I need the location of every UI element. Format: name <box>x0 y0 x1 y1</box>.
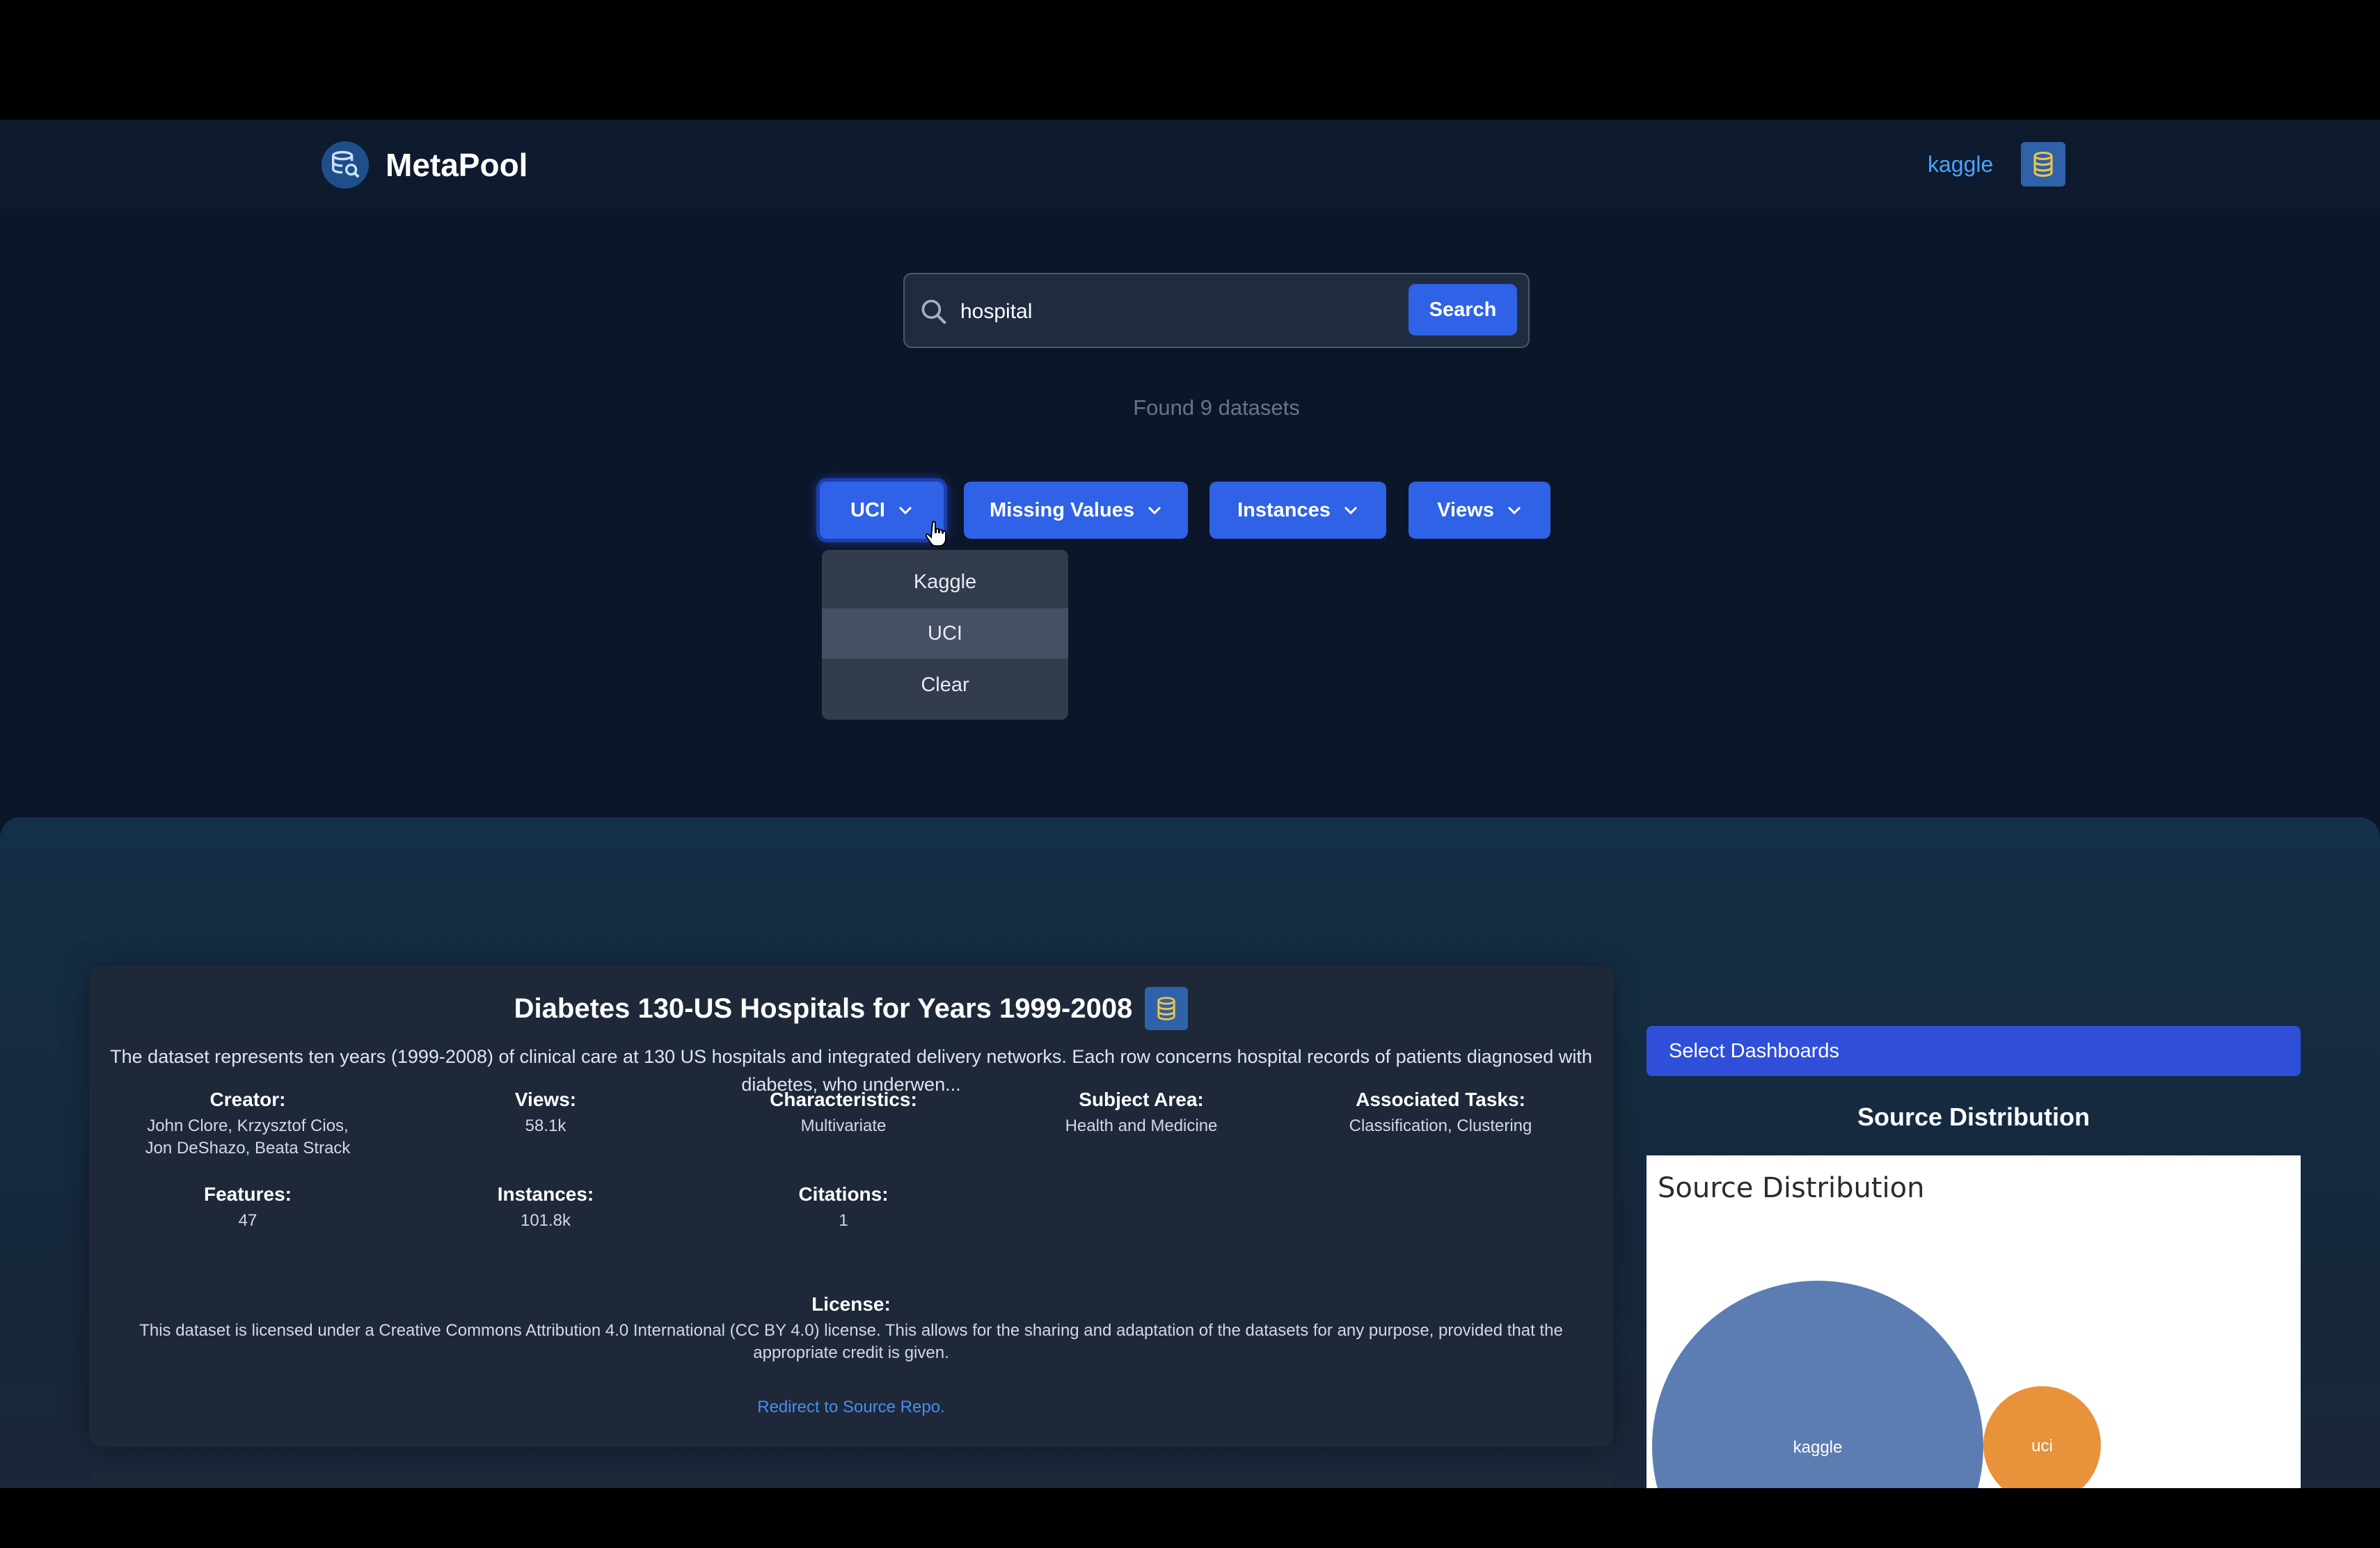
nav-link-kaggle[interactable]: kaggle <box>1928 152 1993 177</box>
field-features: Features: 47 <box>116 1183 380 1232</box>
bubble-label-kaggle: kaggle <box>1793 1438 1843 1457</box>
source-distribution-chart: Source Distribution kaggle uci <box>1647 1155 2301 1488</box>
field-label: Creator: <box>209 1089 286 1110</box>
search-button[interactable]: Search <box>1409 284 1517 335</box>
top-navbar: MetaPool kaggle <box>0 120 2380 209</box>
brand[interactable]: MetaPool <box>322 141 527 189</box>
dataset-title-row: Diabetes 130-US Hospitals for Years 1999… <box>89 987 1613 1030</box>
field-label: Instances: <box>497 1183 594 1205</box>
chevron-down-icon <box>898 506 912 515</box>
field-value: Classification, Clustering <box>1349 1116 1532 1135</box>
field-value: Multivariate <box>800 1116 887 1135</box>
database-icon-button[interactable] <box>2021 142 2065 187</box>
dropdown-item-kaggle[interactable]: Kaggle <box>822 557 1068 607</box>
field-subject-area: Subject Area: Health and Medicine <box>1009 1089 1274 1137</box>
search-input[interactable] <box>960 291 1378 333</box>
field-value: This dataset is licensed under a Creativ… <box>139 1321 1563 1362</box>
database-icon <box>1157 997 1175 1020</box>
field-license: License: This dataset is licensed under … <box>110 1293 1592 1364</box>
field-label: Views: <box>514 1089 577 1110</box>
filter-missing-values-button[interactable]: Missing Values <box>964 482 1188 539</box>
source-dropdown-menu: Kaggle UCI Clear <box>822 550 1068 720</box>
bubble-kaggle[interactable] <box>1652 1281 1983 1488</box>
source-distribution-title: Source Distribution <box>1857 1103 2091 1131</box>
field-value: John Clore, Krzysztof Cios, Jon DeShazo,… <box>145 1116 351 1158</box>
field-label: Characteristics: <box>770 1089 917 1110</box>
dataset-card: Diabetes 130-US Hospitals for Years 1999… <box>89 966 1613 1446</box>
field-label: Citations: <box>798 1183 889 1205</box>
bubble-label-uci: uci <box>2031 1437 2053 1455</box>
results-panel: Diabetes 130-US Hospitals for Years 1999… <box>0 817 2380 1488</box>
field-label: License: <box>811 1293 891 1315</box>
search-icon <box>921 299 946 324</box>
field-associated-tasks: Associated Tasks: Classification, Cluste… <box>1308 1089 1573 1137</box>
chevron-down-icon <box>1507 506 1521 515</box>
field-citations: Citations: 1 <box>711 1183 976 1232</box>
filter-label: Instances <box>1237 498 1331 521</box>
database-search-logo-icon <box>322 141 369 189</box>
brand-name: MetaPool <box>386 147 528 183</box>
redirect-source-link[interactable]: Redirect to Source Repo. <box>89 1398 1613 1417</box>
screen: MetaPool kaggle Search Found 9 datasets <box>0 0 2380 1548</box>
dataset-card <box>89 1471 1613 1488</box>
dataset-title[interactable]: Diabetes 130-US Hospitals for Years 1999… <box>514 993 1133 1025</box>
field-value: 47 <box>238 1211 257 1230</box>
result-count: Found 9 datasets <box>1133 395 1300 420</box>
chevron-down-icon <box>1148 506 1161 515</box>
filter-label: Missing Values <box>990 498 1134 521</box>
database-icon-button[interactable] <box>1145 987 1189 1030</box>
field-label: Associated Tasks: <box>1356 1089 1525 1110</box>
field-label: Features: <box>203 1183 292 1205</box>
field-value: 1 <box>839 1211 848 1230</box>
app-window: MetaPool kaggle Search Found 9 datasets <box>0 120 2380 1488</box>
select-dashboards-dropdown[interactable]: Select Dashboards <box>1647 1026 2301 1076</box>
field-label: Subject Area: <box>1079 1089 1204 1110</box>
chevron-down-icon <box>1344 506 1357 515</box>
database-icon <box>2033 152 2053 177</box>
filter-label: UCI <box>850 498 885 521</box>
hand-pointer-cursor-icon <box>926 521 946 547</box>
dropdown-item-clear[interactable]: Clear <box>822 660 1068 710</box>
field-views: Views: 58.1k <box>413 1089 678 1137</box>
field-value: 101.8k <box>520 1211 571 1230</box>
filter-views-button[interactable]: Views <box>1409 482 1550 539</box>
field-creator: Creator: John Clore, Krzysztof Cios, Jon… <box>116 1089 380 1160</box>
field-characteristics: Characteristics: Multivariate <box>711 1089 976 1137</box>
field-instances: Instances: 101.8k <box>413 1183 678 1232</box>
filter-instances-button[interactable]: Instances <box>1209 482 1386 539</box>
field-value: 58.1k <box>525 1116 566 1135</box>
dropdown-item-uci[interactable]: UCI <box>822 608 1068 658</box>
field-value: Health and Medicine <box>1065 1116 1218 1135</box>
search-bar: Search <box>903 273 1530 348</box>
bubble-chart-svg: kaggle uci <box>1652 1281 2101 1488</box>
filter-label: Views <box>1437 498 1494 521</box>
